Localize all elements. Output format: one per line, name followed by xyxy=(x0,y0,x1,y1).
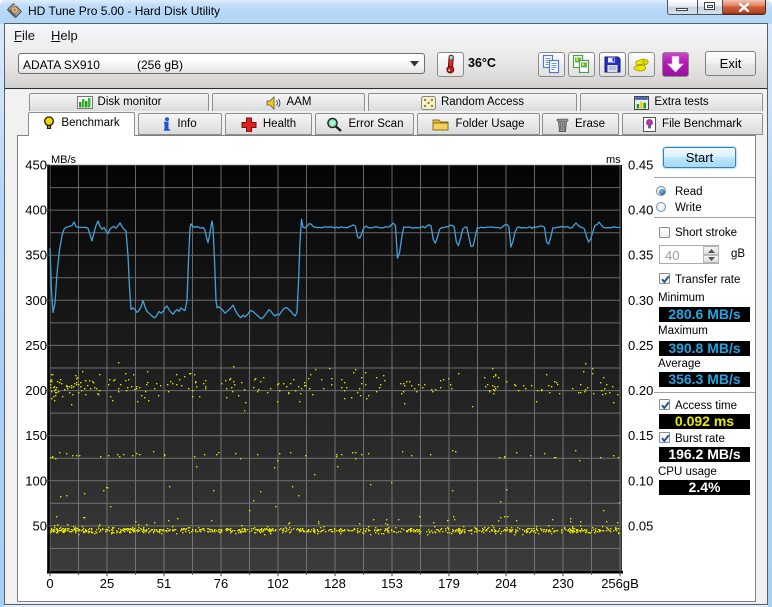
svg-text:102: 102 xyxy=(267,576,289,591)
svg-text:0.25: 0.25 xyxy=(628,338,653,353)
svg-text:250: 250 xyxy=(25,338,47,353)
svg-text:256gB: 256gB xyxy=(601,576,639,591)
svg-text:350: 350 xyxy=(25,248,47,263)
svg-text:ms: ms xyxy=(606,154,621,166)
svg-text:200: 200 xyxy=(25,383,47,398)
svg-text:0.40: 0.40 xyxy=(628,203,653,218)
svg-text:179: 179 xyxy=(438,576,460,591)
svg-text:100: 100 xyxy=(25,473,47,488)
svg-text:0.15: 0.15 xyxy=(628,428,653,443)
svg-text:76: 76 xyxy=(214,576,228,591)
svg-text:150: 150 xyxy=(25,428,47,443)
svg-text:0: 0 xyxy=(46,576,53,591)
svg-text:153: 153 xyxy=(381,576,403,591)
svg-text:230: 230 xyxy=(552,576,574,591)
svg-text:204: 204 xyxy=(495,576,517,591)
svg-text:0.45: 0.45 xyxy=(628,158,653,173)
svg-text:400: 400 xyxy=(25,203,47,218)
svg-text:450: 450 xyxy=(25,158,47,173)
svg-text:0.35: 0.35 xyxy=(628,248,653,263)
svg-text:0.05: 0.05 xyxy=(628,518,653,533)
svg-text:300: 300 xyxy=(25,293,47,308)
svg-text:128: 128 xyxy=(324,576,346,591)
svg-text:25: 25 xyxy=(100,576,114,591)
svg-text:MB/s: MB/s xyxy=(51,154,77,166)
svg-text:51: 51 xyxy=(157,576,171,591)
svg-text:0.10: 0.10 xyxy=(628,473,653,488)
svg-text:50: 50 xyxy=(33,518,47,533)
svg-text:0.30: 0.30 xyxy=(628,293,653,308)
svg-text:0.20: 0.20 xyxy=(628,383,653,398)
